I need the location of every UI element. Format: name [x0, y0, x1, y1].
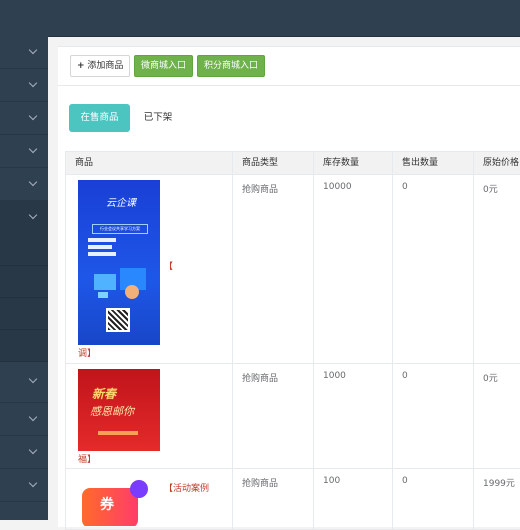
chevron-down-icon — [28, 412, 38, 422]
content-panel: + 添加商品 微商城入口 积分商城入口 在售商品 已下架 商品 商品类型 库存数… — [58, 46, 520, 530]
sidebar-item-8[interactable] — [0, 403, 48, 436]
product-cell: 云企课 行业会议共享学习方案 【 调】 — [66, 175, 233, 363]
coupon-bag-icon: 券 — [82, 488, 138, 526]
sidebar-item-active[interactable] — [0, 201, 48, 234]
poster-bullets — [88, 238, 118, 262]
chevron-down-icon — [28, 177, 38, 187]
sold-cell: 0 — [393, 469, 474, 529]
chevron-down-icon — [28, 478, 38, 488]
product-cell: 新春 感恩邮你 福】 — [66, 364, 233, 468]
product-name[interactable]: 【活动案例 — [164, 481, 209, 494]
poster-line-1: 券 — [100, 497, 114, 513]
stock-cell: 1000 — [314, 364, 393, 468]
product-name[interactable]: 【 — [164, 259, 173, 272]
qr-code — [106, 308, 130, 332]
column-header-product: 商品 — [66, 152, 233, 174]
price-cell: 0元 — [474, 364, 520, 468]
product-name-tail: 福】 — [78, 455, 97, 465]
product-name-tail: 调】 — [78, 349, 97, 359]
chevron-down-icon — [28, 374, 38, 384]
sold-cell: 0 — [393, 175, 474, 363]
chevron-down-icon — [28, 111, 38, 121]
chevron-down-icon — [28, 210, 38, 220]
poster-brand: 云企课 — [106, 198, 136, 209]
poster-caption: 行业会议共享学习方案 — [92, 224, 148, 234]
poster-illustration — [94, 268, 146, 299]
badge-circle — [130, 480, 148, 498]
poster-line-1: 新春 — [92, 387, 117, 401]
column-header-stock: 库存数量 — [314, 152, 393, 174]
type-cell: 抢购商品 — [233, 364, 314, 468]
stock-cell: 10000 — [314, 175, 393, 363]
sidebar-item-2[interactable] — [0, 69, 48, 102]
points-mall-entry-button[interactable]: 积分商城入口 — [197, 55, 266, 77]
product-image[interactable]: 券 — [78, 474, 160, 526]
sidebar-menu — [0, 36, 48, 520]
sidebar-subitem-1[interactable] — [0, 234, 48, 266]
product-image[interactable]: 新春 感恩邮你 — [78, 369, 160, 451]
type-cell: 抢购商品 — [233, 469, 314, 529]
table-header: 商品 商品类型 库存数量 售出数量 原始价格 — [66, 152, 520, 175]
plus-icon: + — [77, 61, 85, 71]
sidebar-item-4[interactable] — [0, 135, 48, 168]
price-cell: 0元 — [474, 175, 520, 363]
chevron-down-icon — [28, 144, 38, 154]
micro-mall-entry-button[interactable]: 微商城入口 — [134, 55, 194, 77]
add-product-button[interactable]: + 添加商品 — [70, 55, 131, 77]
chevron-down-icon — [28, 445, 38, 455]
chevron-down-icon — [28, 78, 38, 88]
chevron-down-icon — [28, 45, 38, 55]
product-table: 商品 商品类型 库存数量 售出数量 原始价格 云企课 行业会议共享学习方案 【 … — [65, 151, 520, 530]
sidebar-item-1[interactable] — [0, 36, 48, 69]
column-header-sold: 售出数量 — [393, 152, 474, 174]
tab-off-shelf[interactable]: 已下架 — [138, 104, 178, 132]
table-row[interactable]: 券 【活动案例 抢购商品 100 0 1999元 — [66, 469, 520, 530]
price-cell: 1999元 — [474, 469, 520, 529]
sidebar-item-5[interactable] — [0, 168, 48, 201]
sidebar-item-7[interactable] — [0, 362, 48, 403]
product-image[interactable]: 云企课 行业会议共享学习方案 — [78, 180, 160, 345]
column-header-type: 商品类型 — [233, 152, 314, 174]
table-row[interactable]: 云企课 行业会议共享学习方案 【 调】 抢购商品 10000 0 0元 — [66, 175, 520, 364]
sidebar-item-3[interactable] — [0, 102, 48, 135]
product-cell: 券 【活动案例 — [66, 469, 233, 529]
table-row[interactable]: 新春 感恩邮你 福】 抢购商品 1000 0 0元 — [66, 364, 520, 469]
header-divider — [58, 85, 520, 86]
sidebar-subitem-2[interactable] — [0, 266, 48, 298]
top-navbar — [0, 0, 520, 36]
sidebar-item-10[interactable] — [0, 469, 48, 502]
sidebar-subitem-4[interactable] — [0, 330, 48, 362]
sidebar-item-9[interactable] — [0, 436, 48, 469]
type-cell: 抢购商品 — [233, 175, 314, 363]
column-header-price: 原始价格 — [474, 152, 520, 174]
poster-line-2: 感恩邮你 — [90, 405, 134, 418]
sidebar-subitem-3[interactable] — [0, 298, 48, 330]
tab-on-sale[interactable]: 在售商品 — [69, 104, 130, 132]
poster-footer — [98, 431, 138, 435]
sold-cell: 0 — [393, 364, 474, 468]
stock-cell: 100 — [314, 469, 393, 529]
